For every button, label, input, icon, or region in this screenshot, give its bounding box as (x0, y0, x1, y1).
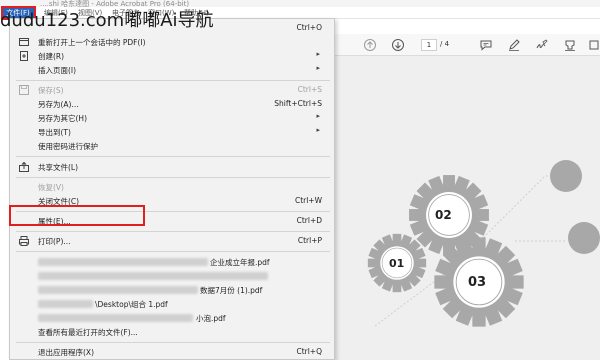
gear-label-01: 01 (389, 257, 405, 270)
blurred-path (38, 314, 193, 322)
menu-save-as-other[interactable]: 另存为其它(H) ▸ (10, 111, 334, 125)
blurred-path (38, 272, 268, 280)
recent-file-2[interactable]: 数据7月份 (1).pdf (10, 283, 334, 297)
recent-file-4[interactable]: 小泡.pdf (10, 311, 334, 325)
recent-file-1[interactable]: 企业成立年报.pdf (10, 255, 334, 269)
menu-separator (16, 177, 330, 178)
sign-icon[interactable] (535, 38, 549, 52)
previous-page-icon[interactable] (363, 38, 377, 52)
recent-file-3[interactable]: \Desktop\组合 1.pdf (10, 297, 334, 311)
save-icon (18, 84, 30, 96)
menu-separator (16, 80, 330, 81)
menu-separator (16, 231, 330, 232)
submenu-arrow-icon: ▸ (316, 112, 320, 120)
next-page-icon[interactable] (391, 38, 405, 52)
step-circle-2 (568, 222, 600, 254)
menu-save[interactable]: 保存(S) Ctrl+S (10, 83, 334, 97)
gear-label-03: 03 (468, 275, 487, 290)
create-icon (18, 50, 30, 62)
gears-illustration (367, 160, 600, 328)
menu-separator (16, 342, 330, 343)
reopen-icon (18, 36, 30, 48)
page-number-input[interactable]: 1 (421, 39, 437, 51)
stamp-icon[interactable] (563, 38, 577, 52)
menu-share-file[interactable]: 共享文件(L) (10, 160, 334, 174)
menu-create[interactable]: 创建(R) ▸ (10, 49, 334, 63)
blurred-path (38, 300, 93, 308)
menu-save-as[interactable]: 另存为(A)... Shift+Ctrl+S (10, 97, 334, 111)
toolbar: 1 / 4 (335, 34, 600, 56)
menu-print[interactable]: 打印(P)... Ctrl+P (10, 234, 334, 248)
menu-exit[interactable]: 退出应用程序(X) Ctrl+Q (10, 345, 334, 359)
overflow-icon[interactable] (587, 38, 600, 52)
menu-separator (16, 156, 330, 157)
menu-view-all-recent[interactable]: 查看所有最近打开的文件(F)... (10, 325, 334, 339)
menu-reopen-session[interactable]: 重新打开上一个会话中的 PDF(I) (10, 35, 334, 49)
step-circle-1 (550, 160, 582, 192)
watermark: dudu123.com嘟嘟Ai导航 (0, 10, 214, 31)
menu-export-to[interactable]: 导出到(T) ▸ (10, 125, 334, 139)
recent-file-blurred[interactable] (10, 269, 334, 283)
submenu-arrow-icon: ▸ (316, 64, 320, 72)
submenu-arrow-icon: ▸ (316, 126, 320, 134)
properties-highlight-box (9, 205, 145, 226)
pen-icon[interactable] (507, 38, 521, 52)
menu-revert[interactable]: 恢复(V) (10, 180, 334, 194)
submenu-arrow-icon: ▸ (316, 50, 320, 58)
share-icon (18, 161, 30, 173)
menu-protect-password[interactable]: 使用密码进行保护 (10, 139, 334, 153)
comment-icon[interactable] (479, 38, 493, 52)
blurred-path (38, 286, 198, 294)
page-total: / 4 (440, 40, 450, 48)
menu-separator (16, 251, 330, 252)
file-menu-dropdown: Ctrl+O 重新打开上一个会话中的 PDF(I) 创建(R) ▸ 插入页面(I… (9, 18, 335, 360)
printer-icon (18, 235, 30, 247)
menu-insert-pages[interactable]: 插入页面(I) ▸ (10, 63, 334, 77)
gear-label-02: 02 (435, 208, 452, 222)
document-view[interactable]: 02 01 03 (335, 56, 600, 360)
blurred-path (38, 258, 208, 266)
